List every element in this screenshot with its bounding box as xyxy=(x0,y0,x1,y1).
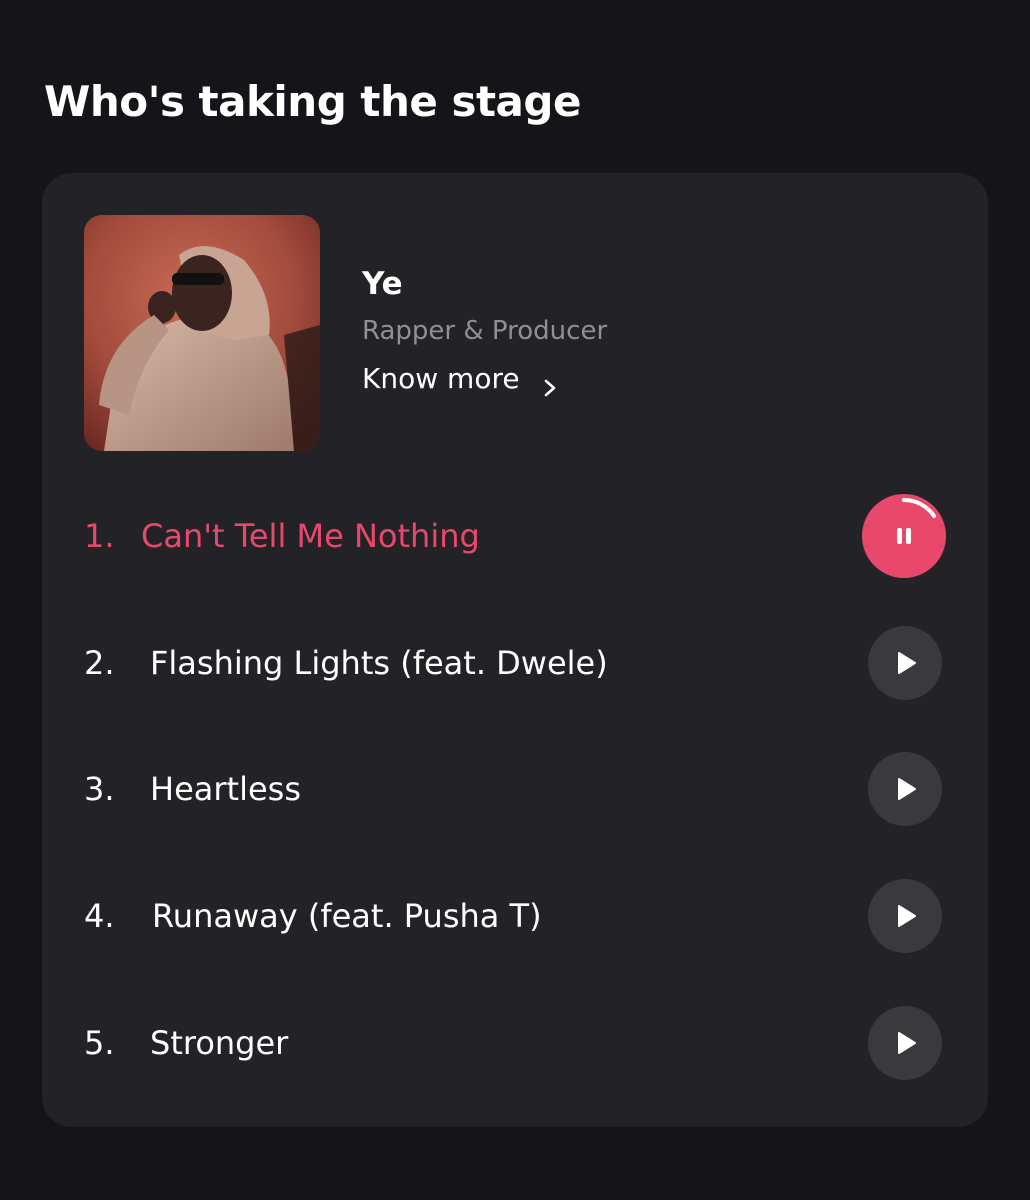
track-number: 3. xyxy=(84,770,115,808)
track-row-2[interactable]: 2. Flashing Lights (feat. Dwele) xyxy=(42,613,988,713)
know-more-link[interactable]: Know more xyxy=(362,359,607,399)
play-button[interactable] xyxy=(868,1006,942,1080)
track-row-4[interactable]: 4. Runaway (feat. Pusha T) xyxy=(42,866,988,966)
track-number: 1. xyxy=(84,517,115,555)
track-title: Can't Tell Me Nothing xyxy=(141,517,480,555)
progress-ring xyxy=(902,497,936,518)
play-button[interactable] xyxy=(868,879,942,953)
artist-card: Ye Rapper & Producer Know more 1. Can't … xyxy=(42,173,988,1127)
artist-photo[interactable] xyxy=(84,215,320,451)
track-row-3[interactable]: 3. Heartless xyxy=(42,739,988,839)
know-more-label: Know more xyxy=(362,362,520,395)
track-title: Heartless xyxy=(150,770,301,808)
play-icon xyxy=(898,652,916,674)
play-button[interactable] xyxy=(868,752,942,826)
play-icon xyxy=(898,905,916,927)
track-title: Stronger xyxy=(150,1024,289,1062)
track-row-1[interactable]: 1. Can't Tell Me Nothing xyxy=(42,486,988,586)
play-button[interactable] xyxy=(868,626,942,700)
track-number: 4. xyxy=(84,897,115,935)
chevron-right-icon xyxy=(540,369,560,397)
track-number: 5. xyxy=(84,1024,115,1062)
section-title: Who's taking the stage xyxy=(44,77,581,126)
artist-name: Ye xyxy=(362,266,403,302)
artist-role: Rapper & Producer xyxy=(362,316,608,346)
pause-button[interactable] xyxy=(862,494,946,578)
track-row-5[interactable]: 5. Stronger xyxy=(42,993,988,1093)
play-icon xyxy=(898,1032,916,1054)
track-title: Runaway (feat. Pusha T) xyxy=(152,897,542,935)
artist-photo-image xyxy=(84,215,320,451)
track-title: Flashing Lights (feat. Dwele) xyxy=(150,644,608,682)
track-number: 2. xyxy=(84,644,115,682)
artist-info: Ye Rapper & Producer Know more xyxy=(362,263,607,399)
play-icon xyxy=(898,778,916,800)
